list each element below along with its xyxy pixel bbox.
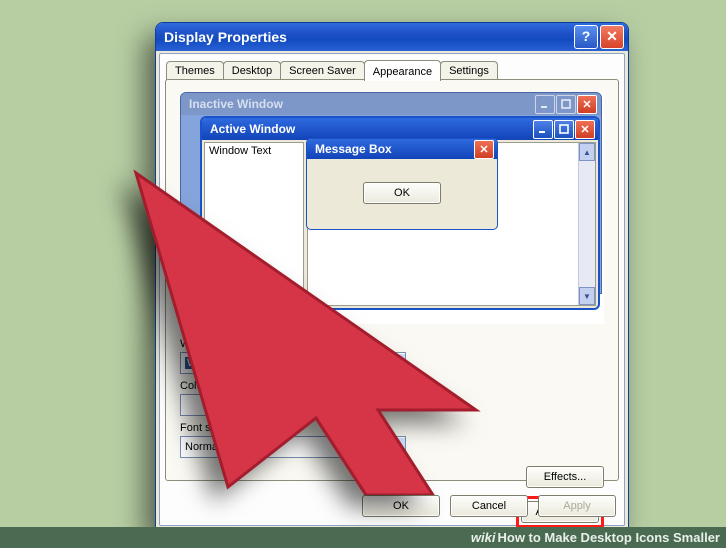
color-scheme-label: Color: <box>180 380 604 392</box>
titlebar[interactable]: Display Properties ? ✕ <box>156 23 628 51</box>
message-box-preview: Message Box ✕ OK <box>306 138 498 230</box>
tab-settings[interactable]: Settings <box>440 61 498 80</box>
scrollbar[interactable]: ▲ ▼ <box>578 143 595 305</box>
message-box-ok-button[interactable]: OK <box>363 182 441 204</box>
tab-screensaver[interactable]: Screen Saver <box>280 61 365 80</box>
minimize-icon <box>533 120 553 139</box>
close-button[interactable]: ✕ <box>600 25 624 49</box>
scroll-down-icon[interactable]: ▼ <box>579 287 595 305</box>
client-area: Themes Desktop Screen Saver Appearance S… <box>159 53 625 526</box>
appearance-controls: W Window ▼ Color: ▼ Font size: Normal ▼ … <box>180 332 604 472</box>
tab-desktop[interactable]: Desktop <box>223 61 281 80</box>
active-window-title: Active Window <box>210 122 295 136</box>
tab-strip: Themes Desktop Screen Saver Appearance S… <box>166 58 497 80</box>
chevron-down-icon: ▼ <box>219 396 237 414</box>
dialog-button-row: OK Cancel Apply <box>160 495 616 517</box>
ok-button[interactable]: OK <box>362 495 440 517</box>
chevron-down-icon: ▼ <box>387 354 405 372</box>
close-icon: ✕ <box>577 95 597 114</box>
help-icon: ? <box>582 28 591 44</box>
minimize-icon <box>535 95 555 114</box>
appearance-preview: Inactive Window ✕ Active Window <box>180 92 604 324</box>
inactive-window-titlebar: Inactive Window ✕ <box>181 93 601 115</box>
apply-button[interactable]: Apply <box>538 495 616 517</box>
close-icon: ✕ <box>474 140 494 159</box>
windows-buttons-dropdown[interactable]: Window ▼ <box>180 352 406 374</box>
close-icon: ✕ <box>606 28 618 45</box>
window-text-area: Window Text <box>204 142 304 312</box>
help-button[interactable]: ? <box>574 25 598 49</box>
display-properties-window: Display Properties ? ✕ Themes Desktop Sc… <box>155 22 629 530</box>
windows-and-buttons-label: W <box>180 338 604 350</box>
active-window-titlebar: Active Window ✕ <box>202 118 598 140</box>
footer-title: How to Make Desktop Icons Smaller <box>497 530 720 545</box>
scroll-up-icon[interactable]: ▲ <box>579 143 595 161</box>
chevron-down-icon: ▼ <box>387 438 405 456</box>
maximize-icon <box>554 120 574 139</box>
tab-appearance[interactable]: Appearance <box>364 60 441 81</box>
font-size-dropdown[interactable]: Normal ▼ <box>180 436 406 458</box>
windows-buttons-value: Window <box>185 357 228 369</box>
font-size-value: Normal <box>185 441 220 453</box>
font-size-label: Font size: <box>180 422 604 434</box>
inactive-window-title: Inactive Window <box>189 97 283 111</box>
appearance-panel: Inactive Window ✕ Active Window <box>165 79 619 481</box>
window-title: Display Properties <box>164 29 287 45</box>
close-icon: ✕ <box>575 120 595 139</box>
tab-themes[interactable]: Themes <box>166 61 224 80</box>
effects-button[interactable]: Effects... <box>526 466 604 488</box>
color-scheme-dropdown[interactable]: ▼ <box>180 394 238 416</box>
maximize-icon <box>556 95 576 114</box>
message-box-title: Message Box <box>315 142 392 156</box>
footer-caption: wiki How to Make Desktop Icons Smaller <box>0 527 726 548</box>
cancel-button[interactable]: Cancel <box>450 495 528 517</box>
footer-brand: wiki <box>471 530 496 545</box>
